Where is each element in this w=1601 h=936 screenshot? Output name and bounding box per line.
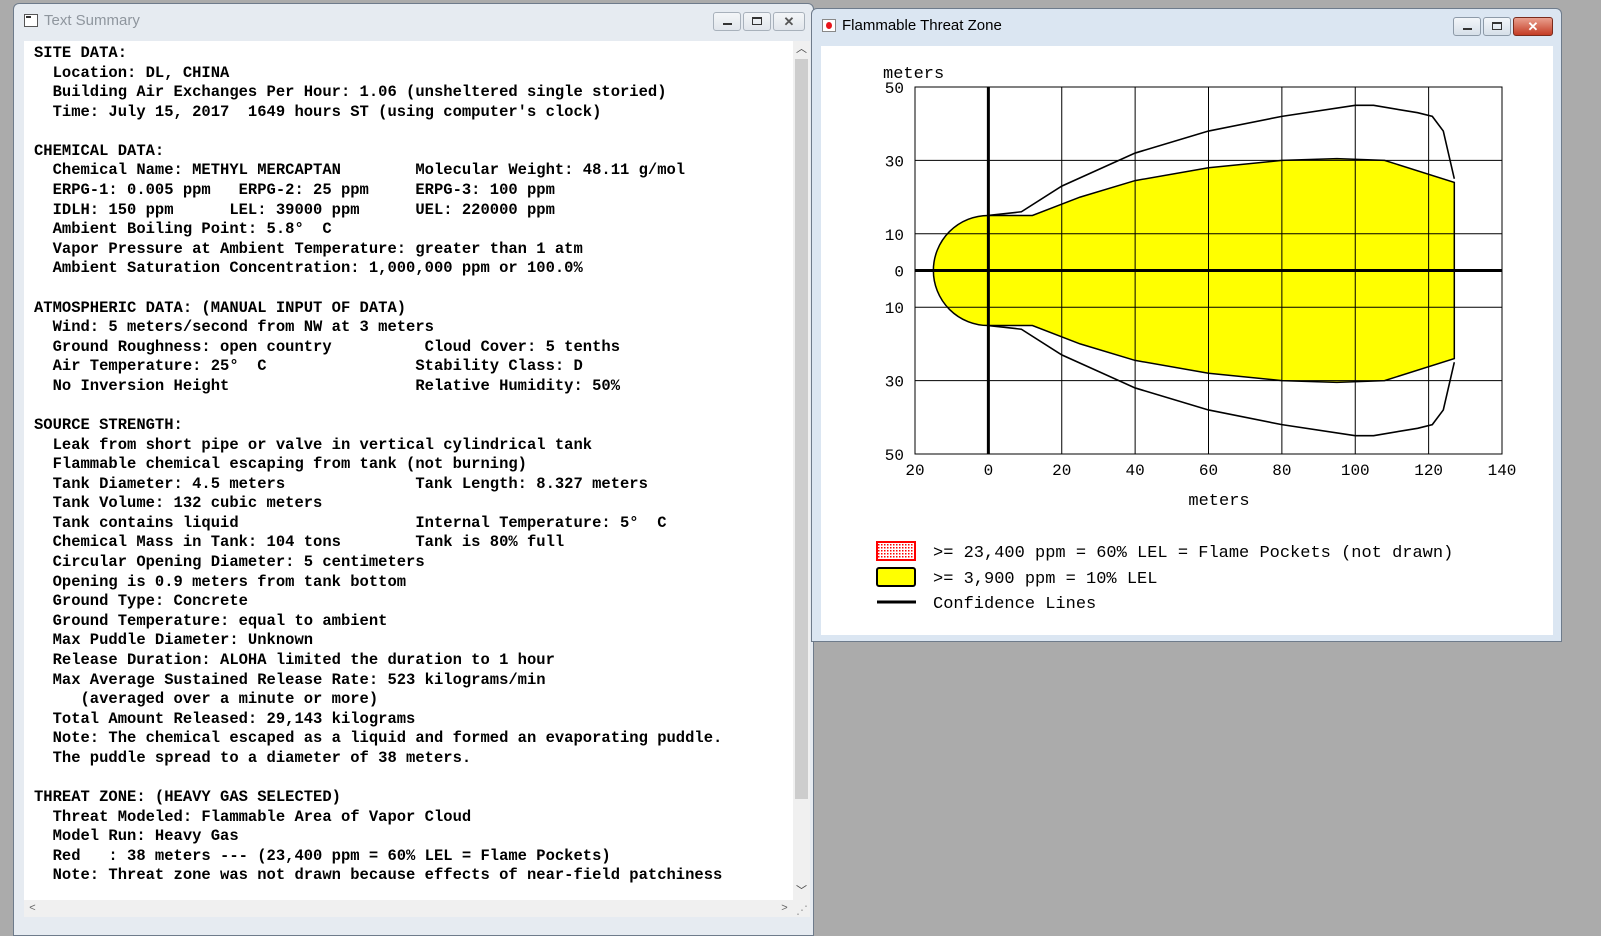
minimize-icon[interactable] [1453, 17, 1481, 36]
summary-line: Ground Temperature: equal to ambient [34, 611, 388, 630]
document-icon [24, 13, 38, 27]
summary-line: Max Average Sustained Release Rate: 523 … [34, 670, 546, 689]
summary-text: SITE DATA: Location: DL, CHINA Building … [34, 44, 794, 886]
horizontal-scrollbar[interactable]: < > [24, 900, 793, 917]
y-tick-label: 10 [885, 227, 904, 245]
summary-line: Ground Type: Concrete [34, 592, 248, 611]
vertical-scrollbar[interactable]: ︿ ﹀ [793, 41, 810, 900]
summary-line: SITE DATA: [34, 44, 128, 62]
threat-zone-plot-area: 20 0 20 40 60 80 100 120 140 50 30 10 0 10 30 50 meters… [821, 46, 1553, 635]
summary-line: Time: July 15, 2017 1649 hours ST (using… [34, 102, 602, 121]
resize-grip-icon[interactable] [793, 900, 810, 917]
x-tick-label: 20 [1052, 462, 1071, 480]
y-tick-label: 50 [885, 447, 904, 465]
summary-line: Model Run: Heavy Gas [34, 827, 239, 846]
x-tick-label: 40 [1126, 462, 1145, 480]
x-tick-label: 0 [984, 462, 994, 480]
minimize-icon[interactable] [713, 12, 741, 31]
x-tick-label: 140 [1488, 462, 1517, 480]
summary-line: The puddle spread to a diameter of 38 me… [34, 748, 472, 767]
legend-swatch-flame-pockets [876, 541, 916, 561]
summary-line: Release Duration: ALOHA limited the dura… [34, 650, 555, 669]
summary-line: Flammable chemical escaping from tank (n… [34, 455, 527, 474]
summary-line: Threat Modeled: Flammable Area of Vapor … [34, 807, 472, 826]
legend-label: >= 3,900 ppm = 10% LEL [933, 570, 1157, 589]
summary-line: Tank contains liquid Internal Temperatur… [34, 513, 667, 532]
maximize-icon[interactable] [743, 12, 771, 31]
summary-line: Building Air Exchanges Per Hour: 1.06 (u… [34, 83, 667, 102]
scroll-up-icon[interactable]: ︿ [793, 41, 810, 58]
window-title: Flammable Threat Zone [842, 16, 1002, 34]
window-title: Text Summary [44, 11, 140, 29]
summary-line: Ambient Saturation Concentration: 1,000,… [34, 259, 583, 278]
x-tick-label: 100 [1341, 462, 1370, 480]
legend-label: >= 23,400 ppm = 60% LEL = Flame Pockets … [933, 544, 1453, 563]
x-axis-label: meters [1188, 492, 1249, 511]
legend-label: Confidence Lines [933, 595, 1096, 614]
summary-line [34, 768, 794, 788]
legend-swatch-threat-zone [876, 567, 916, 587]
summary-line: Circular Opening Diameter: 5 centimeters [34, 553, 425, 572]
y-tick-label: 30 [885, 374, 904, 392]
text-summary-titlebar[interactable]: Text Summary ✕ [14, 4, 813, 36]
summary-line [34, 122, 794, 142]
x-tick-label: 120 [1414, 462, 1443, 480]
y-axis-label: meters [883, 65, 944, 84]
threat-zone-chart: 20 0 20 40 60 80 100 120 1405030100103050 meters… [876, 65, 1517, 614]
summary-line: ATMOSPHERIC DATA: (MANUAL INPUT OF DATA) [34, 298, 407, 317]
summary-line: Red : 38 meters --- (23,400 ppm = 60% LE… [34, 846, 611, 865]
x-tick-label: 20 [905, 462, 924, 480]
summary-line [34, 279, 794, 299]
summary-line: Tank Diameter: 4.5 meters Tank Length: 8… [34, 474, 648, 493]
legend: >= 23,400 ppm = 60% LEL = Flame Pockets … [876, 541, 1453, 614]
scroll-down-icon[interactable]: ﹀ [793, 883, 810, 900]
flame-app-icon [822, 18, 836, 32]
summary-line: No Inversion Height Relative Humidity: 5… [34, 376, 620, 395]
summary-line: Total Amount Released: 29,143 kilograms [34, 709, 416, 728]
summary-line: Location: DL, CHINA [34, 63, 230, 82]
y-tick-label: 30 [885, 153, 904, 171]
summary-line: Note: The chemical escaped as a liquid a… [34, 729, 723, 748]
summary-line: Max Puddle Diameter: Unknown [34, 631, 314, 650]
summary-line [34, 396, 794, 416]
window-controls: ✕ [713, 12, 805, 31]
threat-zone-titlebar[interactable]: Flammable Threat Zone ✕ [812, 9, 1561, 41]
threat-zone-window[interactable]: Flammable Threat Zone ✕ 20 0 20 40 60 80 100 12… [811, 8, 1562, 642]
summary-line: Opening is 0.9 meters from tank bottom [34, 572, 407, 591]
summary-line: SOURCE STRENGTH: [34, 415, 183, 434]
scroll-thumb[interactable] [795, 59, 808, 799]
summary-line: CHEMICAL DATA: [34, 141, 165, 160]
scroll-right-icon[interactable]: > [776, 900, 793, 917]
close-icon[interactable]: ✕ [1513, 17, 1553, 36]
maximize-icon[interactable] [1483, 17, 1511, 36]
y-tick-label: 0 [894, 264, 904, 282]
summary-text-area[interactable]: SITE DATA: Location: DL, CHINA Building … [24, 41, 810, 917]
summary-line: Note: Threat zone was not drawn because … [34, 866, 723, 885]
summary-line: Wind: 5 meters/second from NW at 3 meter… [34, 318, 434, 337]
summary-line: Ground Roughness: open country Cloud Cov… [34, 337, 620, 356]
close-icon[interactable]: ✕ [773, 12, 805, 31]
x-tick-label: 80 [1272, 462, 1291, 480]
summary-line: THREAT ZONE: (HEAVY GAS SELECTED) [34, 787, 341, 806]
summary-line: Ambient Boiling Point: 5.8° C [34, 220, 332, 239]
y-tick-label: 10 [885, 300, 904, 318]
summary-line: Tank Volume: 132 cubic meters [34, 494, 323, 513]
summary-line: Chemical Name: METHYL MERCAPTAN Molecula… [34, 161, 686, 180]
window-controls: ✕ [1453, 17, 1553, 36]
summary-line: (averaged over a minute or more) [34, 690, 379, 709]
summary-line: Leak from short pipe or valve in vertica… [34, 435, 593, 454]
summary-line: Vapor Pressure at Ambient Temperature: g… [34, 239, 583, 258]
x-tick-label: 60 [1199, 462, 1218, 480]
summary-line: IDLH: 150 ppm LEL: 39000 ppm UEL: 220000… [34, 200, 555, 219]
scroll-left-icon[interactable]: < [24, 900, 41, 917]
summary-line: Air Temperature: 25° C Stability Class: … [34, 357, 583, 376]
text-summary-window[interactable]: Text Summary ✕ SITE DATA: Location: DL, … [13, 3, 814, 936]
summary-line: Chemical Mass in Tank: 104 tons Tank is … [34, 533, 565, 552]
summary-line: ERPG-1: 0.005 ppm ERPG-2: 25 ppm ERPG-3:… [34, 181, 555, 200]
